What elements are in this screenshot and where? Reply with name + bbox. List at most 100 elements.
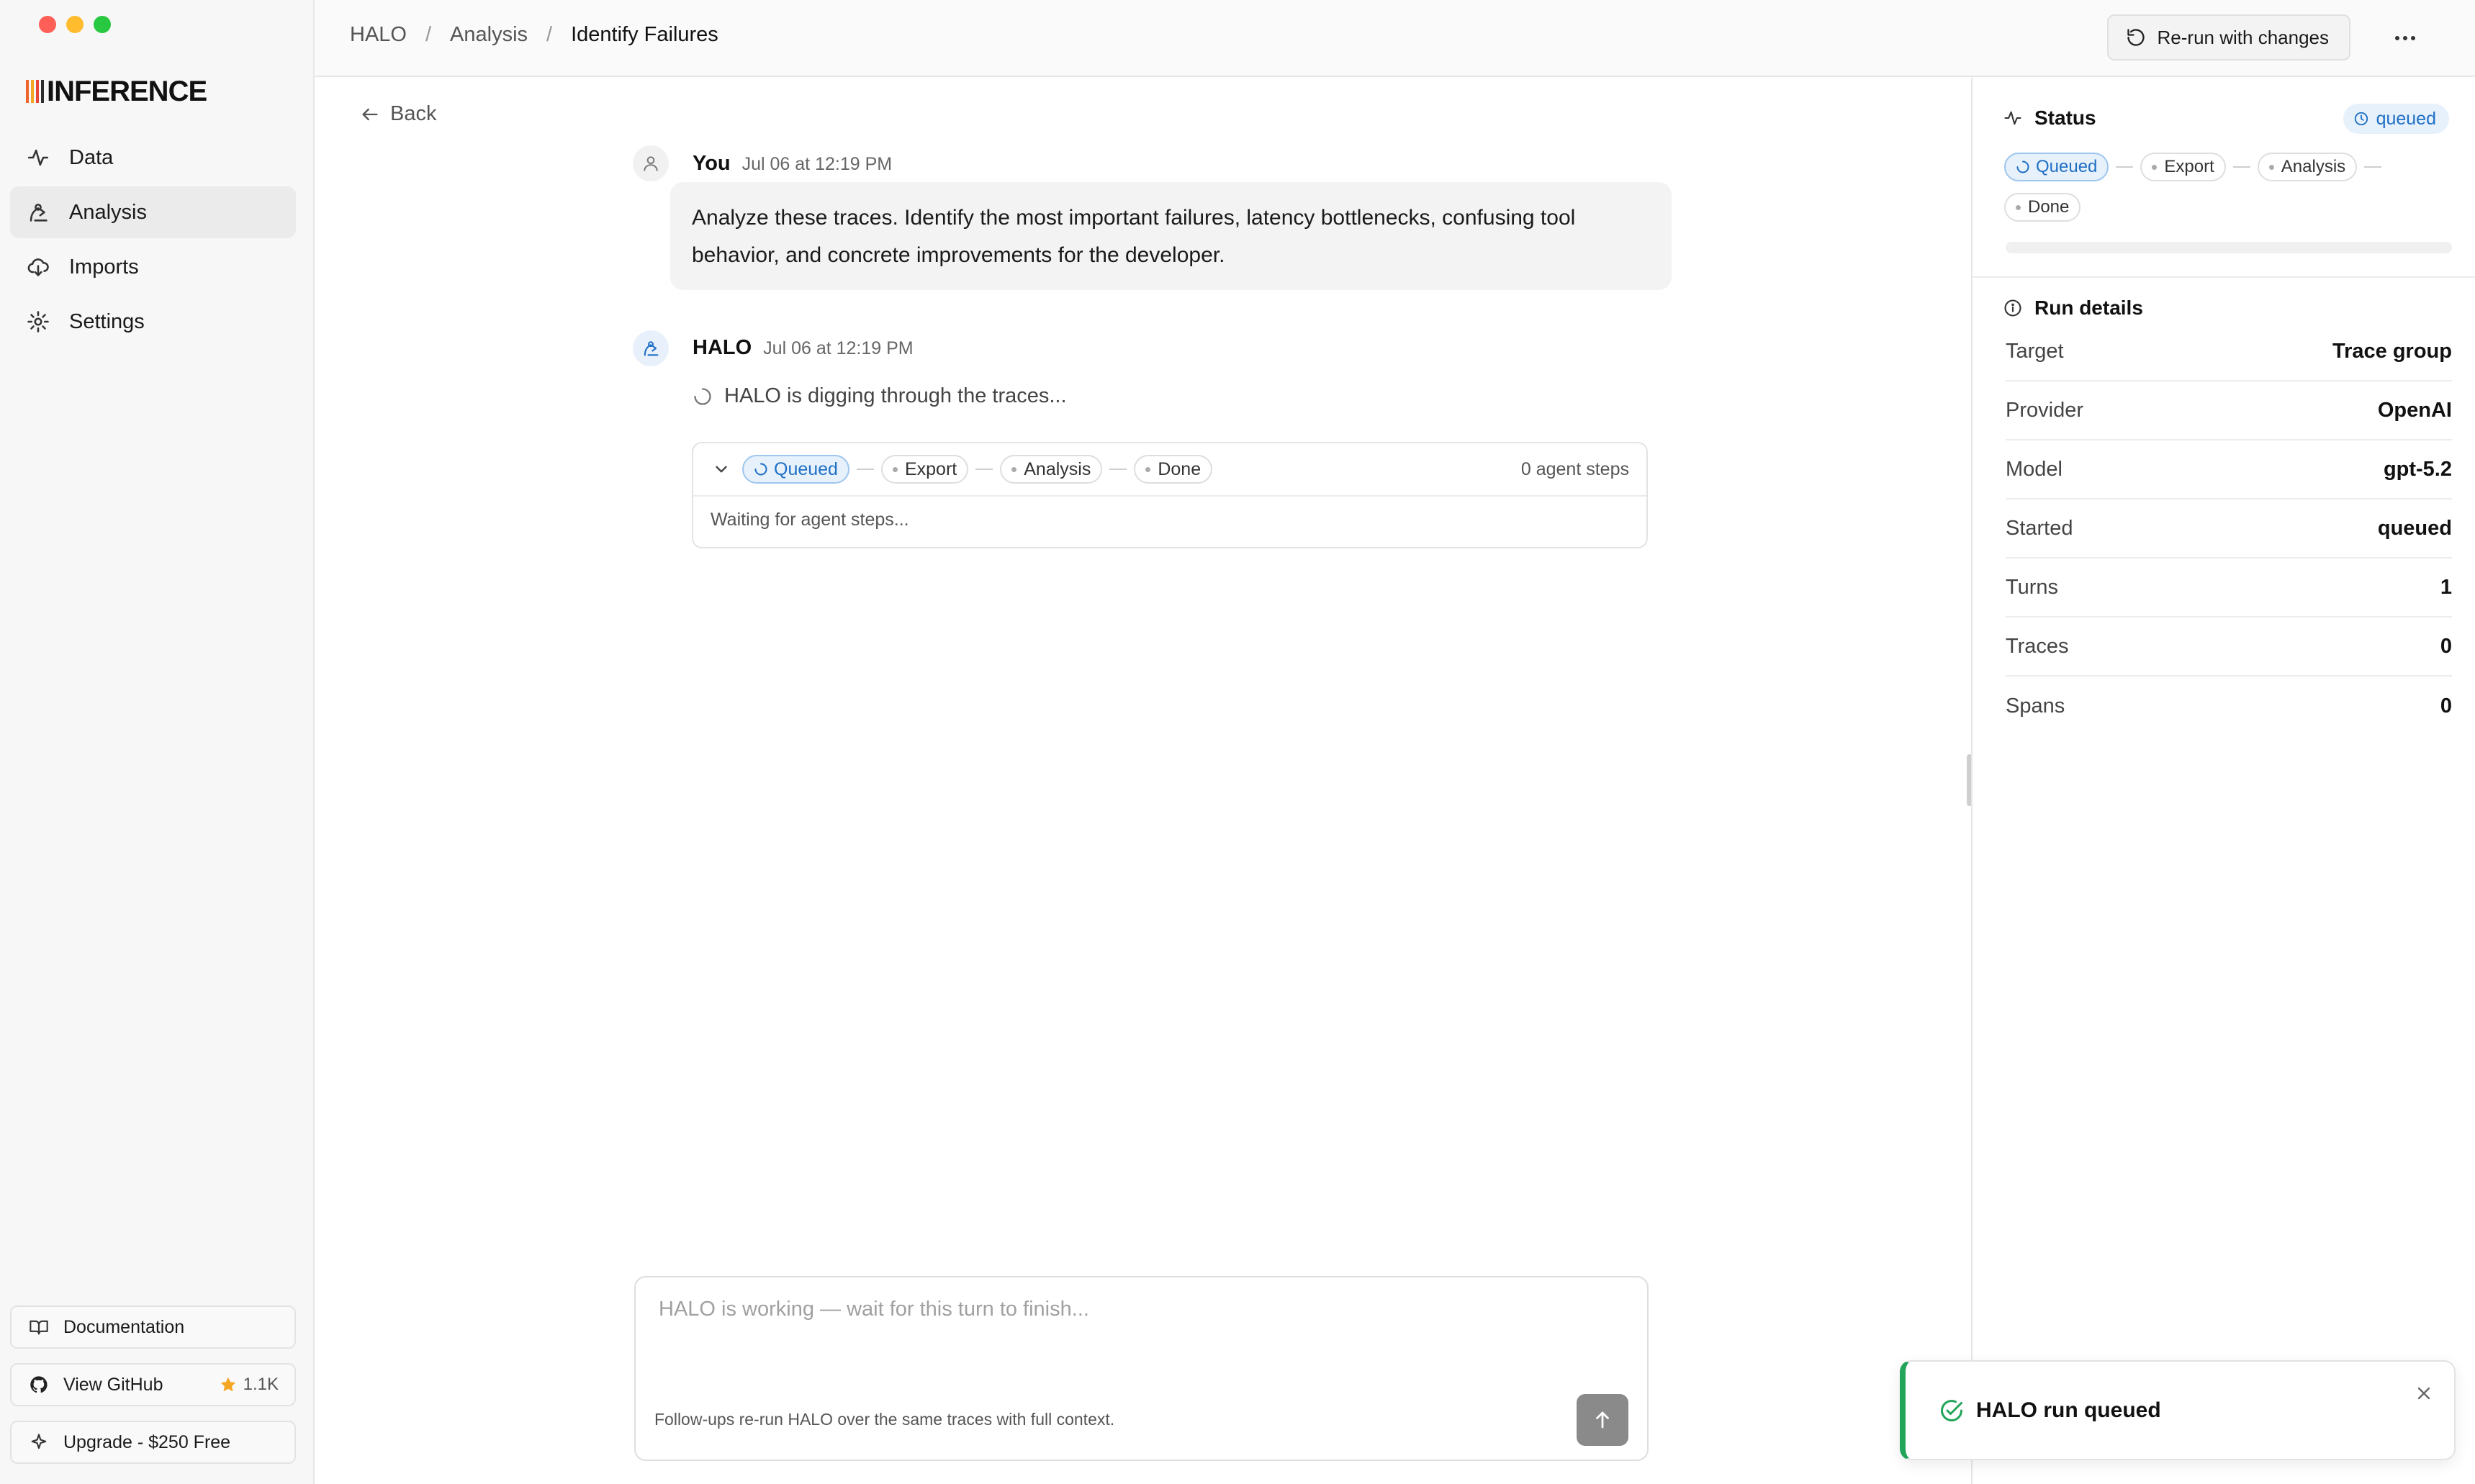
step-connector xyxy=(856,469,874,470)
send-button[interactable] xyxy=(1577,1394,1628,1446)
top-bar: HALO / Analysis / Identify Failures Re-r… xyxy=(315,0,2475,77)
sparkle-icon xyxy=(31,1434,47,1449)
detail-label: Turns xyxy=(2006,575,2059,599)
breadcrumb-item-halo[interactable]: HALO xyxy=(350,23,407,47)
sidebar: INFERENCE Data Analysis Imports Settings… xyxy=(0,0,315,1484)
step-connector xyxy=(1109,469,1127,470)
detail-row-traces: Traces 0 xyxy=(2006,617,2452,677)
step-label: Queued xyxy=(2036,157,2098,176)
detail-value: 0 xyxy=(2440,634,2452,658)
detail-row-turns: Turns 1 xyxy=(2006,558,2452,617)
breadcrumb-separator: / xyxy=(425,23,432,46)
user-message-bubble: Analyze these traces. Identify the most … xyxy=(670,182,1672,290)
more-horizontal-icon xyxy=(2395,36,2415,40)
github-icon xyxy=(30,1376,48,1393)
step-connector xyxy=(2364,166,2382,168)
detail-row-spans: Spans 0 xyxy=(2006,677,2452,736)
sidebar-item-data[interactable]: Data xyxy=(10,132,296,184)
github-stars: 1.1K xyxy=(219,1375,279,1395)
chevron-down-icon[interactable] xyxy=(712,460,731,479)
close-window-button[interactable] xyxy=(39,16,56,33)
close-icon[interactable] xyxy=(2414,1383,2434,1403)
github-star-count: 1.1K xyxy=(243,1375,279,1394)
follow-up-input[interactable] xyxy=(659,1298,1595,1321)
detail-value: OpenAI xyxy=(2377,398,2452,422)
upgrade-button[interactable]: Upgrade - $250 Free xyxy=(10,1421,296,1464)
sidebar-item-imports[interactable]: Imports xyxy=(10,241,296,293)
breadcrumb-separator: / xyxy=(546,23,553,46)
back-link[interactable]: Back xyxy=(360,102,436,126)
message-author: You xyxy=(693,152,731,175)
detail-value: Trace group xyxy=(2332,339,2452,363)
halo-avatar xyxy=(633,330,669,366)
logo-mark xyxy=(26,80,44,103)
activity-icon xyxy=(2004,111,2021,125)
step-label: Export xyxy=(2164,157,2214,176)
user-avatar xyxy=(633,145,669,181)
detail-row-model: Model gpt-5.2 xyxy=(2006,440,2452,499)
detail-label: Provider xyxy=(2006,398,2083,422)
status-title: Status xyxy=(2003,107,2096,130)
sidebar-item-label: Analysis xyxy=(69,200,147,224)
step-label: Analysis xyxy=(2281,157,2346,176)
detail-value: 1 xyxy=(2440,575,2452,599)
detail-row-provider: Provider OpenAI xyxy=(2006,381,2452,440)
message-timestamp: Jul 06 at 12:19 PM xyxy=(741,154,893,174)
rerun-label: Re-run with changes xyxy=(2157,26,2329,48)
detail-value: gpt-5.2 xyxy=(2383,457,2452,481)
more-options-button[interactable] xyxy=(2386,19,2425,58)
detail-label: Model xyxy=(2006,457,2062,481)
documentation-label: Documentation xyxy=(63,1316,185,1337)
window-controls xyxy=(39,16,111,33)
check-circle-icon xyxy=(1941,1399,1962,1421)
message-author: HALO xyxy=(693,336,752,359)
run-progress-bar xyxy=(2006,242,2452,253)
app-logo[interactable]: INFERENCE xyxy=(26,75,207,108)
sidebar-item-label: Settings xyxy=(69,309,145,333)
step-queued: Queued xyxy=(742,455,849,484)
halo-status-text: HALO is digging through the traces... xyxy=(724,384,1067,407)
arrow-up-icon xyxy=(1596,1411,1609,1429)
clock-icon xyxy=(2354,112,2368,126)
detail-label: Started xyxy=(2006,516,2073,540)
run-details-title: Run details xyxy=(2003,297,2143,320)
breadcrumb: HALO / Analysis / Identify Failures xyxy=(350,23,718,47)
analysis-icon xyxy=(30,204,48,222)
book-icon xyxy=(30,1320,48,1335)
step-export: Export xyxy=(880,455,969,484)
step-done: Done xyxy=(1134,455,1213,484)
run-details-title-text: Run details xyxy=(2034,297,2143,319)
sidebar-nav: Data Analysis Imports Settings xyxy=(10,132,296,350)
sidebar-item-label: Imports xyxy=(69,255,139,279)
toast-notification: HALO run queued xyxy=(1900,1360,2456,1460)
breadcrumb-item-analysis[interactable]: Analysis xyxy=(450,23,528,47)
back-label: Back xyxy=(390,102,437,125)
run-status-panel: Status queued Queued Export Analysis Don… xyxy=(1971,78,2475,1484)
agent-steps-count: 0 agent steps xyxy=(1520,458,1629,479)
view-github-button[interactable]: View GitHub 1.1K xyxy=(10,1363,296,1406)
message-composer: Follow-ups re-run HALO over the same tra… xyxy=(634,1276,1649,1461)
sidebar-item-analysis[interactable]: Analysis xyxy=(10,186,296,238)
halo-logo-icon xyxy=(644,341,659,356)
maximize-window-button[interactable] xyxy=(94,16,111,33)
detail-row-target: Target Trace group xyxy=(2006,322,2452,381)
detail-label: Spans xyxy=(2006,694,2065,718)
detail-label: Target xyxy=(2006,339,2064,363)
step-label: Done xyxy=(2028,197,2070,217)
halo-status-line: HALO is digging through the traces... xyxy=(693,384,1067,408)
documentation-button[interactable]: Documentation xyxy=(10,1306,296,1349)
user-message-header: You Jul 06 at 12:19 PM xyxy=(693,152,892,176)
upgrade-label: Upgrade - $250 Free xyxy=(63,1431,231,1452)
minimize-window-button[interactable] xyxy=(66,16,84,33)
gear-icon xyxy=(27,311,49,332)
info-icon xyxy=(2004,299,2021,317)
composer-note: Follow-ups re-run HALO over the same tra… xyxy=(654,1410,1115,1429)
activity-icon xyxy=(27,149,49,166)
step-analysis: Analysis xyxy=(1000,455,1103,484)
toast-message: HALO run queued xyxy=(1976,1398,2161,1422)
step-label: Queued xyxy=(774,458,838,479)
rerun-with-changes-button[interactable]: Re-run with changes xyxy=(2106,14,2350,60)
sidebar-item-settings[interactable]: Settings xyxy=(10,296,296,348)
status-badge: queued xyxy=(2343,104,2449,134)
spinner-icon xyxy=(754,463,767,476)
